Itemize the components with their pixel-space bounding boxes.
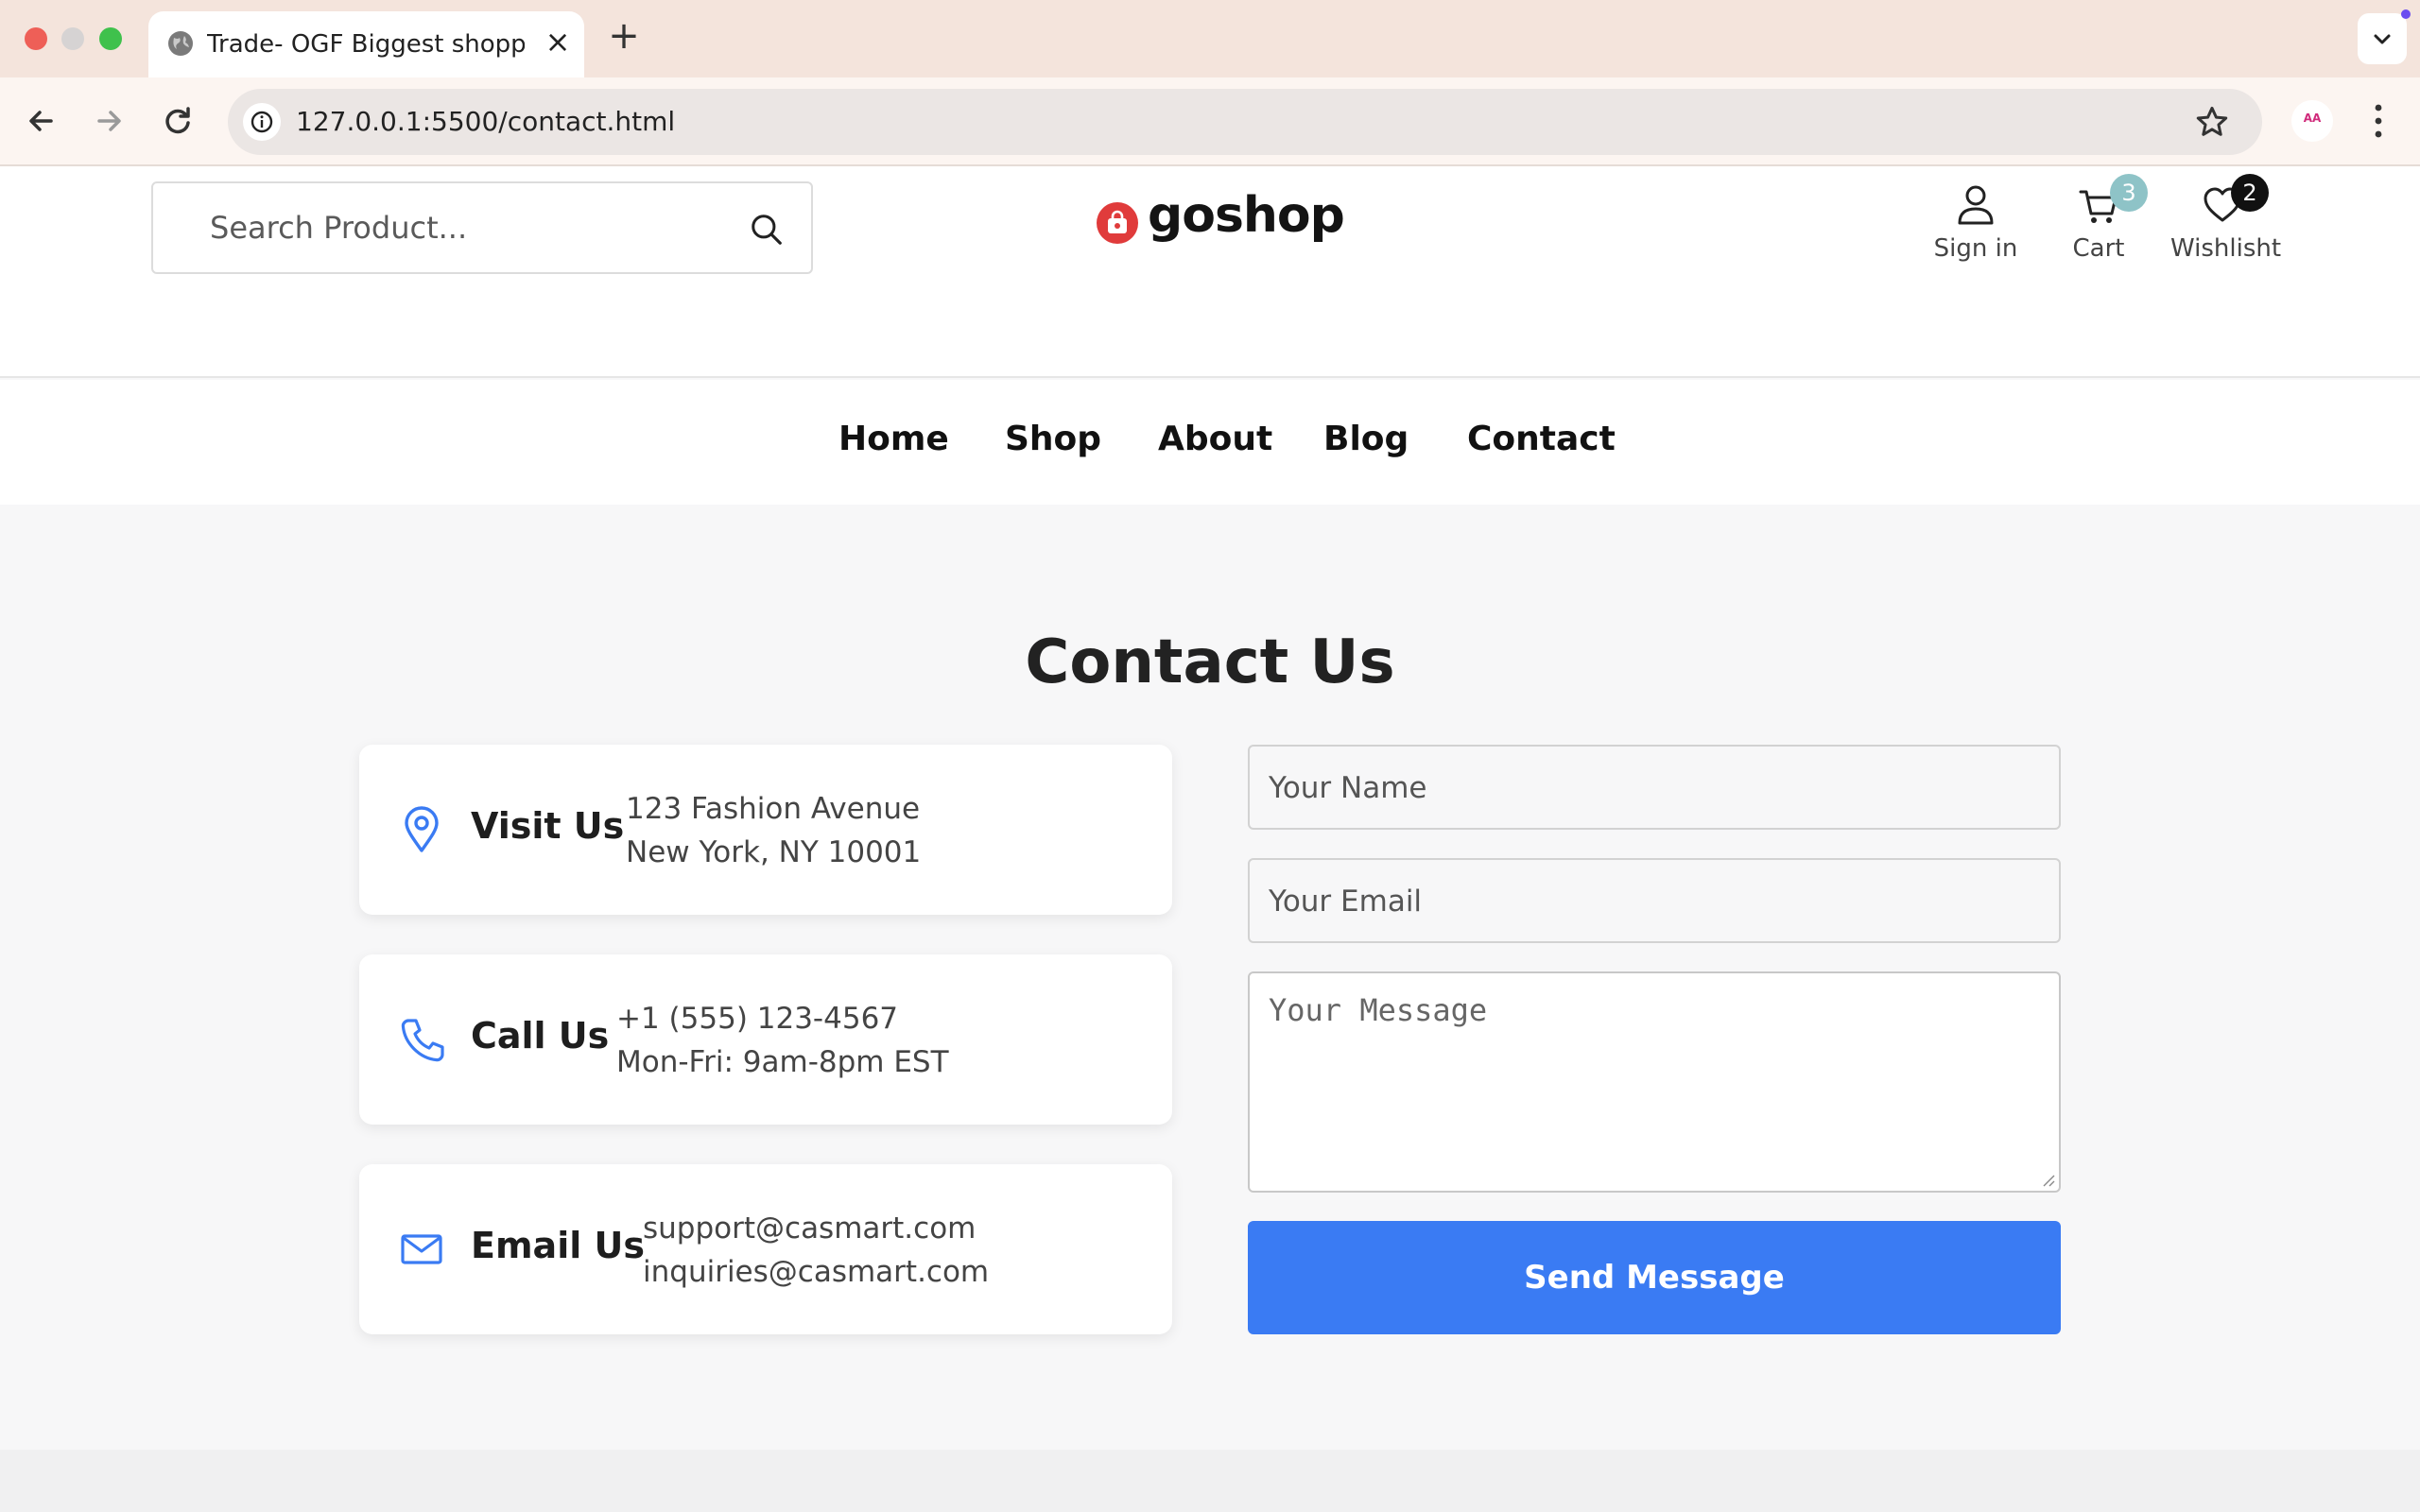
profile-avatar[interactable]: AA — [2291, 100, 2333, 142]
email-us-card: Email Us support@casmart.com inquiries@c… — [359, 1164, 1172, 1334]
user-icon — [1958, 185, 1994, 225]
site-info-button[interactable] — [243, 103, 281, 141]
footer-band — [0, 1450, 2420, 1512]
reload-icon[interactable] — [157, 100, 199, 142]
page-title: Contact Us — [1025, 627, 1395, 697]
tab-title: Trade- OGF Biggest shopping — [207, 30, 525, 59]
name-field[interactable]: Your Name — [1248, 745, 2061, 830]
notification-dot — [2401, 9, 2411, 19]
mail-icon — [401, 1234, 442, 1264]
email-placeholder: Your Email — [1269, 885, 1423, 919]
shopping-bag-icon — [1097, 202, 1138, 244]
url-text: 127.0.0.1:5500/contact.html — [296, 106, 676, 137]
site-header: Search Product... goshop Sign in Cart 3 … — [0, 166, 2420, 378]
call-us-card: Call Us +1 (555) 123-4567 Mon-Fri: 9am-8… — [359, 954, 1172, 1125]
cart-button[interactable]: Cart 3 — [2061, 174, 2148, 263]
cart-count-badge: 3 — [2110, 174, 2148, 212]
nav-contact[interactable]: Contact — [1467, 420, 1616, 458]
message-placeholder: Your Message — [1269, 992, 1488, 1028]
email-field[interactable]: Your Email — [1248, 858, 2061, 943]
browser-tab-bar: Trade- OGF Biggest shopping × + — [0, 0, 2420, 77]
logo-text: goshop — [1148, 187, 1345, 244]
message-textarea[interactable]: Your Message — [1248, 971, 2061, 1193]
window-close-button[interactable] — [25, 27, 47, 50]
search-placeholder: Search Product... — [210, 210, 468, 246]
name-placeholder: Your Name — [1269, 771, 1427, 805]
profile-initials: AA — [2303, 112, 2322, 125]
forward-arrow-icon[interactable] — [88, 100, 130, 142]
support-email[interactable]: support@casmart.com — [643, 1211, 976, 1246]
new-tab-button[interactable]: + — [605, 17, 643, 55]
wishlist-button[interactable]: Wishlisht 2 — [2170, 174, 2282, 263]
email-us-title: Email Us — [471, 1225, 645, 1266]
browser-toolbar: 127.0.0.1:5500/contact.html AA — [0, 77, 2420, 166]
phone-number[interactable]: +1 (555) 123-4567 — [616, 1002, 898, 1036]
phone-hours: Mon-Fri: 9am-8pm EST — [616, 1045, 949, 1079]
search-input[interactable]: Search Product... — [151, 181, 813, 274]
map-pin-icon — [405, 806, 439, 852]
info-icon — [251, 111, 273, 133]
tab-search-button[interactable] — [2358, 13, 2407, 64]
visit-us-card: Visit Us 123 Fashion Avenue New York, NY… — [359, 745, 1172, 915]
nav-shop[interactable]: Shop — [1005, 420, 1101, 458]
sign-in-label: Sign in — [1933, 234, 2018, 263]
chevron-down-icon — [2374, 34, 2391, 44]
cart-label: Cart — [2072, 234, 2125, 263]
sign-in-button[interactable]: Sign in — [1928, 183, 2023, 263]
window-zoom-button[interactable] — [99, 27, 122, 50]
address-bar[interactable]: 127.0.0.1:5500/contact.html — [228, 89, 2262, 155]
phone-icon — [401, 1019, 444, 1062]
globe-icon — [168, 31, 193, 56]
bookmark-star-icon[interactable] — [2194, 104, 2230, 140]
address-line-1: 123 Fashion Avenue — [626, 792, 921, 826]
call-us-title: Call Us — [471, 1015, 610, 1057]
more-vert-icon[interactable] — [2361, 100, 2395, 142]
nav-about[interactable]: About — [1158, 420, 1272, 458]
main-nav: Home Shop About Blog Contact — [0, 380, 2420, 505]
resize-handle-icon[interactable] — [2040, 1172, 2055, 1187]
nav-blog[interactable]: Blog — [1323, 420, 1409, 458]
wishlist-label: Wishlisht — [2170, 234, 2282, 263]
window-minimize-button[interactable] — [61, 27, 84, 50]
nav-home[interactable]: Home — [838, 420, 949, 458]
search-icon[interactable] — [749, 212, 785, 248]
inquiries-email[interactable]: inquiries@casmart.com — [643, 1255, 989, 1289]
address-line-2: New York, NY 10001 — [626, 835, 922, 869]
send-message-button[interactable]: Send Message — [1248, 1221, 2061, 1334]
back-arrow-icon[interactable] — [21, 100, 62, 142]
visit-us-title: Visit Us — [471, 805, 625, 847]
wishlist-count-badge: 2 — [2231, 174, 2269, 212]
tab-close-button[interactable]: × — [541, 25, 575, 59]
browser-tab-active[interactable]: Trade- OGF Biggest shopping × — [148, 11, 584, 77]
contact-section: Contact Us Visit Us 123 Fashion Avenue N… — [0, 505, 2420, 1450]
